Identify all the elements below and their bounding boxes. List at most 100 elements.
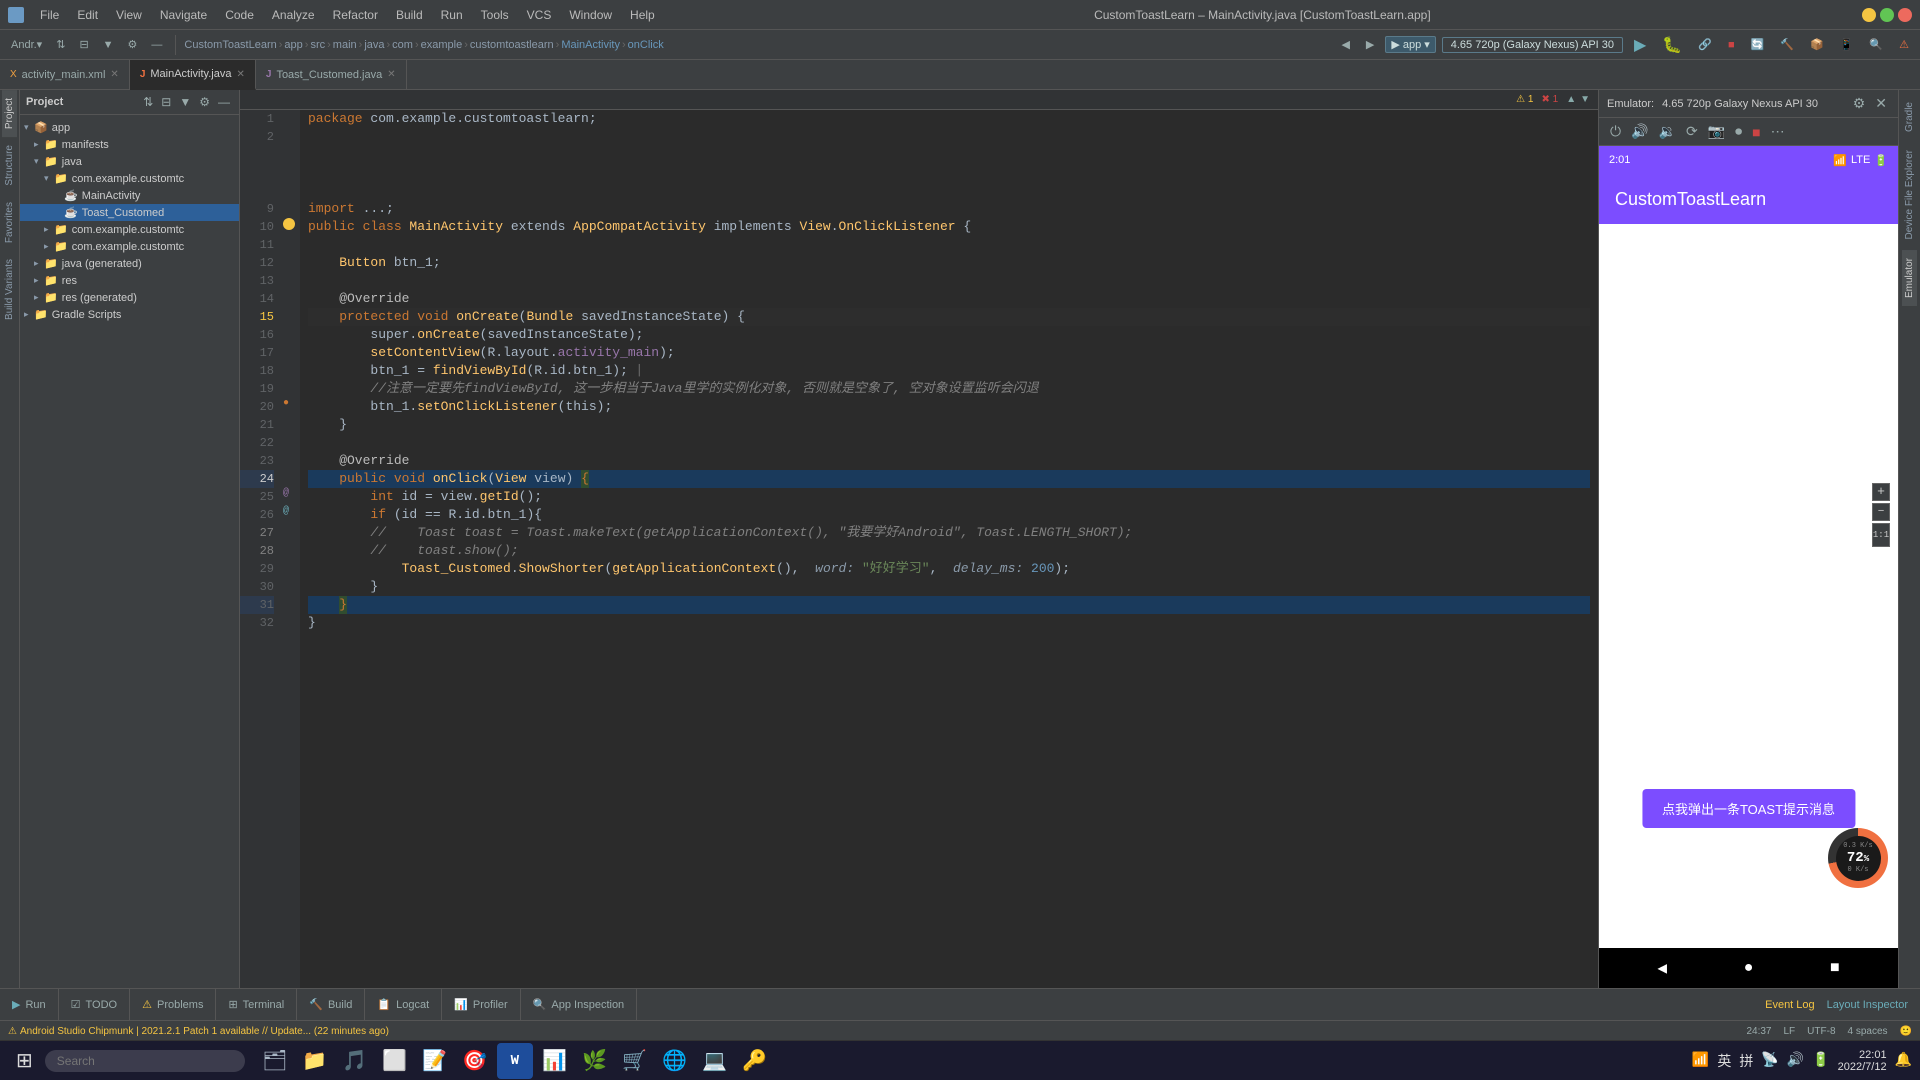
taskbar-app-explorer[interactable]: 🗂	[257, 1043, 293, 1079]
tray-network[interactable]: 📶	[1692, 1052, 1709, 1069]
indent-setting[interactable]: 4 spaces	[1848, 1026, 1888, 1037]
project-filter-btn[interactable]: ▼	[176, 94, 194, 110]
bottom-tab-profiler[interactable]: 📊 Profiler	[442, 989, 521, 1020]
tree-item-app[interactable]: ▾ 📦 app	[20, 119, 239, 136]
emu-stop-btn[interactable]: ■	[1749, 123, 1763, 141]
taskbar-app-notepad[interactable]: 📝	[417, 1043, 453, 1079]
tray-lang[interactable]: 英	[1717, 1051, 1731, 1071]
taskbar-search-input[interactable]	[45, 1050, 245, 1072]
project-collapse-btn[interactable]: ⊟	[158, 94, 174, 110]
menu-vcs[interactable]: VCS	[519, 6, 560, 24]
cursor-position[interactable]: 24:37	[1746, 1026, 1771, 1037]
zoom-in-btn[interactable]: +	[1872, 483, 1890, 501]
taskbar-app-browser[interactable]: 🌐	[657, 1043, 693, 1079]
menu-navigate[interactable]: Navigate	[152, 6, 215, 24]
tree-item-com1[interactable]: ▾ 📁 com.example.customtc	[20, 170, 239, 187]
event-log-link[interactable]: Event Log	[1765, 999, 1815, 1011]
project-sync-btn[interactable]: ⇅	[140, 94, 156, 110]
updates-button[interactable]: ⚠	[1894, 36, 1914, 53]
bc-class[interactable]: MainActivity	[561, 39, 620, 51]
emu-rotate-btn[interactable]: ⟳	[1683, 122, 1701, 141]
emu-more-btn[interactable]: ⋯	[1768, 122, 1788, 141]
run-config-dropdown[interactable]: ▶ app ▾	[1385, 36, 1435, 53]
menu-code[interactable]: Code	[217, 6, 262, 24]
taskbar-app-dev[interactable]: 💻	[697, 1043, 733, 1079]
bc-main[interactable]: main	[333, 39, 357, 51]
tab-mainactivity[interactable]: J MainActivity.java ✕	[130, 60, 256, 90]
taskbar-app-media[interactable]: 🎵	[337, 1043, 373, 1079]
taskbar-app-store[interactable]: ⬜	[377, 1043, 413, 1079]
close-button[interactable]	[1898, 8, 1912, 22]
tray-ime[interactable]: 拼	[1739, 1051, 1753, 1071]
nav-recent-btn[interactable]: ■	[1830, 959, 1840, 977]
run-button[interactable]: ▶	[1629, 33, 1651, 57]
menu-refactor[interactable]: Refactor	[325, 6, 386, 24]
forward-nav-button[interactable]: ▶	[1361, 36, 1379, 53]
project-selector[interactable]: Andr.▾	[6, 36, 47, 53]
tray-volume[interactable]: 🔊	[1787, 1052, 1804, 1069]
panel-device-file-explorer[interactable]: Device File Explorer	[1902, 142, 1917, 247]
bottom-tab-run[interactable]: ▶ Run	[0, 989, 59, 1020]
bottom-tab-logcat[interactable]: 📋 Logcat	[365, 989, 442, 1020]
menu-help[interactable]: Help	[622, 6, 663, 24]
bottom-tab-build[interactable]: 🔨 Build	[297, 989, 365, 1020]
sync-button[interactable]: ⇅	[51, 36, 70, 53]
gutter-warning-marker[interactable]	[283, 218, 295, 230]
bottom-tab-problems[interactable]: ⚠ Problems	[130, 989, 216, 1020]
tree-item-toast-customed[interactable]: ☕ Toast_Customed	[20, 204, 239, 221]
project-hide-btn[interactable]: —	[215, 94, 233, 110]
taskbar-app-game[interactable]: 🎯	[457, 1043, 493, 1079]
bc-app[interactable]: CustomToastLearn	[184, 39, 276, 51]
emu-vol-up-btn[interactable]: 🔊	[1628, 122, 1651, 141]
emu-toast-button[interactable]: 点我弹出一条TOAST提示消息	[1642, 789, 1855, 828]
line-ending[interactable]: LF	[1784, 1026, 1796, 1037]
panel-build-variants[interactable]: Build Variants	[2, 251, 17, 328]
tray-battery[interactable]: 🔋	[1812, 1052, 1829, 1069]
taskbar-app-files[interactable]: 📁	[297, 1043, 333, 1079]
emulator-settings-btn[interactable]: ⚙	[1850, 94, 1869, 113]
tray-wifi[interactable]: 📡	[1761, 1052, 1778, 1069]
maximize-button[interactable]	[1880, 8, 1894, 22]
menu-file[interactable]: File	[32, 6, 67, 24]
collapse-all-button[interactable]: ⊟	[74, 36, 93, 53]
device-selector[interactable]: 4.65 720p (Galaxy Nexus) API 30	[1442, 37, 1623, 53]
hector-icon[interactable]: 🙂	[1900, 1026, 1912, 1037]
emu-record-btn[interactable]: ⏺	[1732, 122, 1745, 141]
project-settings-btn[interactable]: ⚙	[196, 94, 213, 110]
gutter-debug-marker[interactable]: ●	[283, 398, 289, 409]
tree-item-com3[interactable]: ▸ 📁 com.example.customtc	[20, 238, 239, 255]
panel-project[interactable]: Project	[2, 90, 17, 137]
system-clock[interactable]: 22:01 2022/7/12	[1838, 1049, 1887, 1073]
menu-view[interactable]: View	[108, 6, 150, 24]
close-tab-mainactivity[interactable]: ✕	[236, 69, 244, 80]
emu-power-btn[interactable]: ⏻	[1607, 122, 1624, 141]
avd-manager-button[interactable]: 📱	[1835, 36, 1859, 53]
close-tab-activity-main[interactable]: ✕	[110, 69, 118, 80]
update-notification[interactable]: ⚠ Android Studio Chipmunk | 2021.2.1 Pat…	[8, 1026, 389, 1037]
nav-back-btn[interactable]: ◀	[1657, 958, 1667, 978]
bc-src[interactable]: src	[310, 39, 325, 51]
taskbar-app-green[interactable]: 🌿	[577, 1043, 613, 1079]
debug-button[interactable]: 🐛	[1657, 33, 1687, 57]
panel-structure[interactable]: Structure	[2, 137, 17, 194]
bc-example[interactable]: example	[421, 39, 463, 51]
bottom-tab-terminal[interactable]: ⊞ Terminal	[216, 989, 297, 1020]
nav-home-btn[interactable]: ●	[1744, 959, 1754, 977]
tab-activity-main[interactable]: X activity_main.xml ✕	[0, 60, 130, 89]
minimize-button[interactable]	[1862, 8, 1876, 22]
editor-content-area[interactable]: 1 2 9 10 11 12 13 14 15 16 17 18 19 20 2…	[240, 110, 1598, 988]
bottom-tab-app-inspection[interactable]: 🔍 App Inspection	[521, 989, 637, 1020]
bc-package[interactable]: customtoastlearn	[470, 39, 554, 51]
tree-item-manifests[interactable]: ▸ 📁 manifests	[20, 136, 239, 153]
taskbar-app-keys[interactable]: 🔑	[737, 1043, 773, 1079]
bottom-tab-todo[interactable]: ☑ TODO	[59, 989, 130, 1020]
bc-java[interactable]: java	[364, 39, 384, 51]
tree-item-com2[interactable]: ▸ 📁 com.example.customtc	[20, 221, 239, 238]
bc-com[interactable]: com	[392, 39, 413, 51]
menu-edit[interactable]: Edit	[69, 6, 106, 24]
minimize-panel-button[interactable]: —	[146, 37, 167, 53]
close-tab-toast-customed[interactable]: ✕	[387, 69, 395, 80]
layout-inspector-link[interactable]: Layout Inspector	[1827, 999, 1908, 1011]
tree-item-gradle[interactable]: ▸ 📁 Gradle Scripts	[20, 306, 239, 323]
tab-toast-customed[interactable]: J Toast_Customed.java ✕	[256, 60, 407, 89]
